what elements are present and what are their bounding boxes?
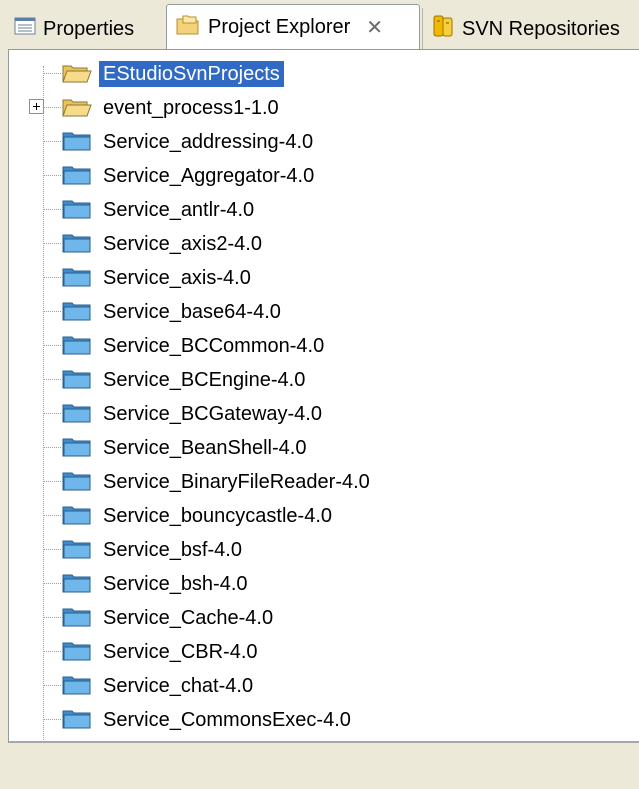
folder-icon (61, 605, 93, 634)
tree-item[interactable]: Service_bouncycastle-4.0 (9, 498, 609, 532)
tree-item[interactable]: Service_BCCommon-4.0 (9, 328, 609, 362)
tree-item[interactable]: Service_axis2-4.0 (9, 226, 609, 260)
tab-properties-label: Properties (43, 17, 135, 40)
folder-icon (61, 299, 93, 328)
tree-item-label: Service_chat-4.0 (103, 675, 254, 697)
tree-item-label: Service_BCGateway-4.0 (103, 403, 322, 425)
tree-connector-line (43, 617, 61, 618)
tree-item[interactable]: Service_BCGateway-4.0 (9, 396, 609, 430)
folder-icon (61, 367, 93, 396)
project-explorer-tree[interactable]: EStudioSvnProjects event_process1-1.0 Serv… (8, 49, 639, 743)
tree-item[interactable]: Service_bsf-4.0 (9, 532, 609, 566)
tree-item[interactable]: Service_CBR-4.0 (9, 634, 609, 668)
tree-item[interactable]: Service_axis-4.0 (9, 260, 609, 294)
tab-properties[interactable]: Properties (14, 8, 164, 50)
folder-icon (61, 401, 93, 430)
tree-connector-line (43, 379, 61, 380)
folder-icon (61, 571, 93, 600)
tree-item[interactable]: Service_BCEngine-4.0 (9, 362, 609, 396)
folder-icon (61, 537, 93, 566)
tree-connector-line (43, 481, 61, 482)
tab-project-explorer-label: Project Explorer (208, 16, 351, 38)
tree-connector-line (43, 73, 61, 74)
tree-item-label: Service_Aggregator-4.0 (103, 165, 315, 187)
tree-item-label: Service_Cache-4.0 (103, 607, 274, 629)
tree-item[interactable]: Service_Aggregator-4.0 (9, 158, 609, 192)
tree-item-label: Service_CommonsExec-4.0 (103, 709, 351, 731)
folder-icon (61, 503, 93, 532)
project-explorer-icon (175, 13, 201, 43)
tree-connector-line (43, 175, 61, 176)
tree-connector-line (43, 719, 61, 720)
tree-connector-line (43, 243, 61, 244)
tree-item-label: Service_BeanShell-4.0 (103, 437, 307, 459)
folder-icon (61, 163, 93, 192)
folder-icon (61, 231, 93, 260)
tree-item-label: event_process1-1.0 (103, 97, 279, 119)
tree-connector-line (43, 345, 61, 346)
tree-item-label: Service_addressing-4.0 (103, 131, 314, 153)
svn-repositories-icon (431, 14, 455, 44)
tree-item-label: Service_bsf-4.0 (103, 539, 242, 561)
folder-icon (61, 707, 93, 736)
tree-item[interactable]: Service_base64-4.0 (9, 294, 609, 328)
tree-item[interactable]: Service_antlr-4.0 (9, 192, 609, 226)
tab-project-explorer[interactable]: Project Explorer ✕ (166, 4, 420, 50)
tab-svn-repositories[interactable]: SVN Repositories (422, 8, 634, 50)
tree-connector-line (43, 277, 61, 278)
tree-root-item[interactable]: EStudioSvnProjects (9, 56, 609, 90)
close-icon[interactable]: ✕ (366, 18, 383, 38)
tree-item-label: EStudioSvnProjects (99, 61, 284, 87)
tree-connector-line (43, 209, 61, 210)
folder-icon (61, 333, 93, 362)
tree-connector-line (43, 413, 61, 414)
tree-item[interactable]: event_process1-1.0 (9, 90, 609, 124)
tree-connector-line (43, 515, 61, 516)
folder-icon (61, 469, 93, 498)
tree-item[interactable]: Service_chat-4.0 (9, 668, 609, 702)
open-folder-icon (61, 95, 93, 124)
tree-item[interactable]: Service_Cache-4.0 (9, 600, 609, 634)
tree-item-label: Service_BCEngine-4.0 (103, 369, 306, 391)
tree-item-label: Service_bsh-4.0 (103, 573, 248, 595)
tree-item[interactable]: Service_addressing-4.0 (9, 124, 609, 158)
folder-icon (61, 265, 93, 294)
tree-item-label: Service_BCCommon-4.0 (103, 335, 325, 357)
tree-item-label: Service_antlr-4.0 (103, 199, 255, 221)
folder-icon (61, 129, 93, 158)
folder-icon (61, 639, 93, 668)
tree-connector-line (43, 141, 61, 142)
tree-connector-line (43, 311, 61, 312)
tree-item[interactable]: Service_BinaryFileReader-4.0 (9, 464, 609, 498)
tree-item[interactable]: Service_bsh-4.0 (9, 566, 609, 600)
tree-connector-line (43, 447, 61, 448)
tree-item[interactable]: Service_CommonsExec-4.0 (9, 702, 609, 736)
tree-item-label: Service_axis2-4.0 (103, 233, 262, 255)
status-bar (0, 745, 639, 789)
folder-icon (61, 197, 93, 226)
tree-item-label: Service_bouncycastle-4.0 (103, 505, 333, 527)
tree-item[interactable]: Service_BeanShell-4.0 (9, 430, 609, 464)
tree-connector-line (43, 651, 61, 652)
tab-svn-repositories-label: SVN Repositories (462, 17, 620, 40)
view-tab-strip: Properties Project Explorer ✕ SVN Reposi… (0, 0, 639, 50)
tree-connector-line (43, 107, 61, 108)
open-folder-icon (61, 61, 93, 90)
tree-connector-line (43, 685, 61, 686)
properties-icon (14, 17, 36, 41)
tree-item-label: Service_CBR-4.0 (103, 641, 258, 663)
tree-item-label: Service_base64-4.0 (103, 301, 281, 323)
folder-icon (61, 435, 93, 464)
expand-toggle-icon[interactable] (29, 99, 44, 114)
tree-item-label: Service_axis-4.0 (103, 267, 251, 289)
folder-icon (61, 673, 93, 702)
tree-item-label: Service_BinaryFileReader-4.0 (103, 471, 370, 493)
tree-connector-line (43, 583, 61, 584)
tree-connector-line (43, 549, 61, 550)
